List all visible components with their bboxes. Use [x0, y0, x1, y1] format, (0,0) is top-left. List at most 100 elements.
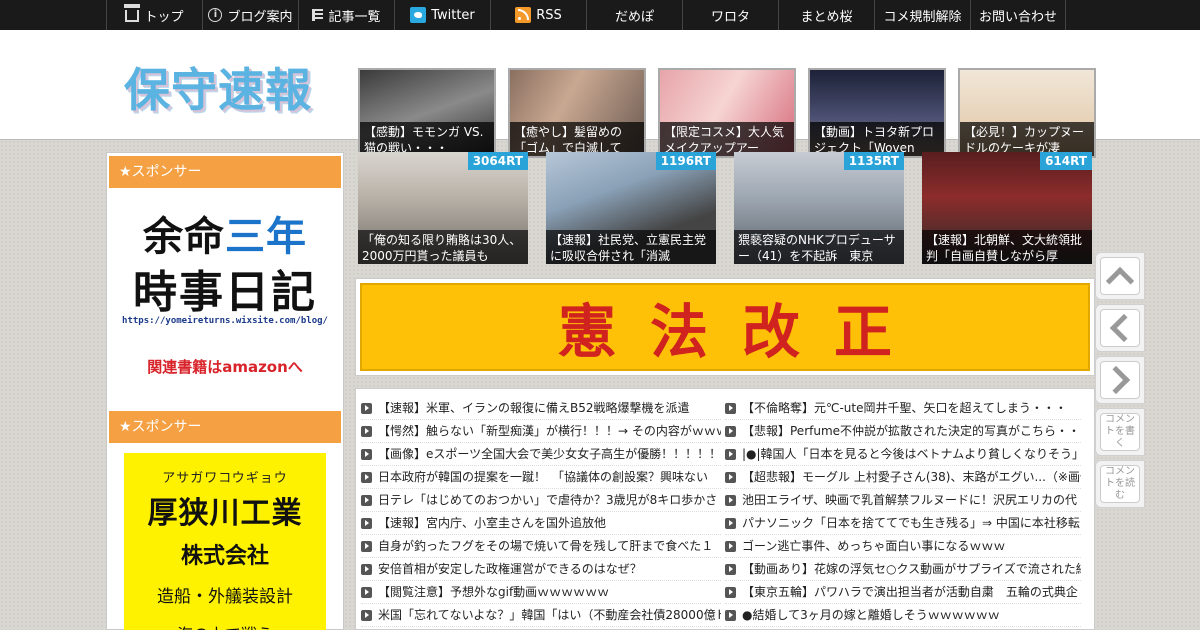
- button-face: [1100, 361, 1140, 399]
- write-comment-button[interactable]: コメントを書く: [1095, 408, 1145, 456]
- featured-caption: 「俺の知る限り賄賂は30人、2000万円貰った議員も: [358, 230, 528, 264]
- nav-contact[interactable]: お問い合わせ: [970, 0, 1066, 30]
- button-face: コメントを読む: [1100, 465, 1140, 503]
- news-title: パナソニック「日本を捨ててでも生き残る」⇒ 中国に本社移転: [742, 516, 1080, 530]
- news-title: 【速報】米軍、イランの報復に備えB52戦略爆撃機を派遣: [378, 401, 690, 415]
- play-bullet-icon: [725, 586, 736, 598]
- news-item[interactable]: 【東京五輪】パワハラで演出担当者が活動自粛 五輪の式典企: [725, 581, 1081, 604]
- news-item[interactable]: |●|韓国人「日本を見ると今後はベトナムより貧しくなりそう」: [725, 443, 1081, 466]
- nav-top[interactable]: トップ: [106, 0, 202, 30]
- nav-label: ワロタ: [710, 9, 750, 25]
- nav-label: Twitter: [431, 7, 475, 23]
- play-bullet-icon: [361, 609, 372, 621]
- header-thumb[interactable]: 【感動】モモンガ VS. 猫の戦い・・・: [358, 68, 496, 158]
- news-item[interactable]: ゴーン逃亡事件、めっちゃ面白い事になるｗｗｗ: [725, 535, 1081, 558]
- nav-rss[interactable]: RSS: [490, 0, 586, 30]
- news-item[interactable]: 【閲覧注意】予想外なgif動画ｗｗｗｗｗｗ: [361, 581, 721, 604]
- play-bullet-icon: [361, 448, 372, 460]
- write-comment-label: コメントを書く: [1105, 414, 1135, 449]
- news-item[interactable]: 自身が釣ったフグをその場で焼いて骨を残して肝まで食べた１: [361, 535, 721, 558]
- sidebar: ★スポンサー 余命三年 時事日記 https://yomeireturns.wi…: [106, 152, 344, 630]
- sponsor-heading: ★スポンサー: [109, 411, 341, 443]
- featured-article[interactable]: 614RT 【速報】北朝鮮、文大統領批判「自画自賛しながら厚: [922, 152, 1092, 264]
- news-title: 【画像】eスポーツ全国大会で美少女女子高生が優勝！！！！！: [378, 447, 721, 461]
- nav-twitter[interactable]: Twitter: [394, 0, 490, 30]
- top-nav: トップ i ブログ案内 記事一覧 Twitter RSS だめぽ ワロタ まとめ桜…: [106, 0, 1066, 30]
- thumb-caption: 【動画】トヨタ新プロジェクト「Woven: [810, 122, 944, 156]
- ad-headline-part: 三年: [225, 214, 307, 260]
- news-title: 自身が釣ったフグをその場で焼いて骨を残して肝まで食べた１: [378, 539, 714, 553]
- news-title: 米国「忘れてないよな？」韓国「はい（不動産会社債28000億ｈ: [378, 608, 721, 622]
- news-item[interactable]: ●結婚して3ヶ月の嫁と離婚しそうｗｗｗｗｗｗ: [725, 604, 1081, 627]
- news-item[interactable]: 【悲報】Perfume不仲説が拡散された決定的写真がこちら・・・: [725, 420, 1081, 443]
- news-item[interactable]: 【超悲報】モーグル 上村愛子さん(38)、末路がエグい...（※画像: [725, 466, 1081, 489]
- news-item[interactable]: 【動画あり】花嫁の浮気セ○クス動画がサプライズで流された結: [725, 558, 1081, 581]
- previous-article-button[interactable]: [1095, 304, 1145, 352]
- featured-article[interactable]: 3064RT 「俺の知る限り賄賂は30人、2000万円貰った議員も: [358, 152, 528, 264]
- constitution-banner[interactable]: 憲法改正: [355, 278, 1095, 376]
- next-article-button[interactable]: [1095, 356, 1145, 404]
- rss-icon: [515, 7, 532, 23]
- ad-description: 造船・外艤装設計: [157, 587, 293, 607]
- play-bullet-icon: [725, 494, 736, 506]
- news-title: 日テレ「はじめてのおつかい」で虐待か？3歳児が8キロ歩かさ: [378, 493, 718, 507]
- home-icon: [124, 4, 141, 22]
- news-item[interactable]: 【不倫略奪】元℃-ute岡井千聖、矢口を超えてしまう・・・: [725, 397, 1081, 420]
- nav-comment-unblock[interactable]: コメ規制解除: [874, 0, 970, 30]
- featured-article[interactable]: 1135RT 猥褻容疑のNHKプロデューサー（41）を不起訴 東京: [734, 152, 904, 264]
- read-comment-button[interactable]: コメントを読む: [1095, 460, 1145, 508]
- chevron-right-icon: [1101, 365, 1131, 395]
- news-title: 日本政府が韓国の提案を一蹴！ 「協議体の創設案？興味ない: [378, 470, 709, 484]
- header-thumb[interactable]: 【限定コスメ】大人気メイクアップアー: [658, 68, 796, 158]
- news-title: 【超悲報】モーグル 上村愛子さん(38)、末路がエグい...（※画像: [742, 470, 1081, 484]
- play-bullet-icon: [361, 471, 372, 483]
- news-title: 【不倫略奪】元℃-ute岡井千聖、矢口を超えてしまう・・・: [742, 401, 1067, 415]
- news-title: 【速報】宮内庁、小室圭さんを国外追放他: [378, 516, 607, 530]
- banner-text: 憲法改正: [360, 283, 1090, 371]
- play-bullet-icon: [725, 425, 736, 437]
- news-item[interactable]: 安倍首相が安定した政権運営ができるのはなぜ？: [361, 558, 721, 581]
- nav-label: RSS: [536, 7, 562, 23]
- featured-caption: 【速報】北朝鮮、文大統領批判「自画自賛しながら厚: [922, 230, 1092, 264]
- site-logo[interactable]: 保守速報: [124, 54, 312, 120]
- news-item[interactable]: 【愕然】触らない「新型痴漢」が横行！！！→ その内容がｗｗｗ: [361, 420, 721, 443]
- play-bullet-icon: [725, 517, 736, 529]
- news-item[interactable]: 日本政府が韓国の提案を一蹴！ 「協議体の創設案？興味ない: [361, 466, 721, 489]
- news-item[interactable]: 【速報】米軍、イランの報復に備えB52戦略爆撃機を派遣: [361, 397, 721, 420]
- header-thumbnails: 【感動】モモンガ VS. 猫の戦い・・・ 【癒やし】髪留めの「ゴム」で白滅して …: [358, 68, 1096, 158]
- news-item[interactable]: 日テレ「はじめてのおつかい」で虐待か？3歳児が8キロ歩かさ: [361, 489, 721, 512]
- nav-article-list[interactable]: 記事一覧: [298, 0, 394, 30]
- retweet-count-badge: 614RT: [1040, 152, 1092, 170]
- nav-label: まとめ桜: [800, 9, 853, 25]
- ad-tagline: 海の上で戦う: [124, 621, 326, 630]
- news-item[interactable]: 【画像】eスポーツ全国大会で美少女女子高生が優勝！！！！！: [361, 443, 721, 466]
- news-item[interactable]: 【速報】宮内庁、小室圭さんを国外追放他: [361, 512, 721, 535]
- nav-blog-guide[interactable]: i ブログ案内: [202, 0, 298, 30]
- featured-article[interactable]: 1196RT 【速報】社民党、立憲民主党に吸収合併され「消滅: [546, 152, 716, 264]
- news-item[interactable]: パナソニック「日本を捨ててでも生き残る」⇒ 中国に本社移転: [725, 512, 1081, 535]
- play-bullet-icon: [725, 609, 736, 621]
- header-thumb[interactable]: 【癒やし】髪留めの「ゴム」で白滅して: [508, 68, 646, 158]
- nav-warota[interactable]: ワロタ: [682, 0, 778, 30]
- ad-company-name: 厚狭川工業: [147, 496, 303, 531]
- play-bullet-icon: [725, 402, 736, 414]
- sponsor-ad-asagawa[interactable]: アサガワコウギョウ 厚狭川工業 株式会社 造船・外艤装設計 海の上で戦う: [124, 453, 326, 630]
- news-title: 【東京五輪】パワハラで演出担当者が活動自粛 五輪の式典企: [742, 585, 1078, 599]
- news-title: 【閲覧注意】予想外なgif動画ｗｗｗｗｗｗ: [378, 585, 610, 599]
- news-title: 【愕然】触らない「新型痴漢」が横行！！！→ その内容がｗｗｗ: [378, 424, 721, 438]
- header-thumb[interactable]: 【必見！】カップヌードルのケーキが凄: [958, 68, 1096, 158]
- play-bullet-icon: [725, 471, 736, 483]
- scroll-top-button[interactable]: [1095, 252, 1145, 300]
- sponsor-ad-yomei[interactable]: 余命三年 時事日記 https://yomeireturns.wixsite.c…: [107, 188, 343, 408]
- news-list: 【速報】米軍、イランの報復に備えB52戦略爆撃機を派遣 【愕然】触らない「新型痴…: [355, 388, 1095, 630]
- news-item[interactable]: 池田エライザ、映画で乳首解禁フルヌードに！沢尻エリカの代: [725, 489, 1081, 512]
- header-thumb[interactable]: 【動画】トヨタ新プロジェクト「Woven: [808, 68, 946, 158]
- news-title: |●|韓国人「日本を見ると今後はベトナムより貧しくなりそう」: [742, 447, 1081, 461]
- ad-amazon-link[interactable]: 関連書籍はamazonへ: [107, 356, 343, 377]
- nav-damepo[interactable]: だめぽ: [586, 0, 682, 30]
- news-item[interactable]: 米国「忘れてないよな？」韓国「はい（不動産会社債28000億ｈ: [361, 604, 721, 627]
- news-title: 安倍首相が安定した政権運営ができるのはなぜ？: [378, 562, 642, 576]
- thumb-caption: 【癒やし】髪留めの「ゴム」で白滅して: [510, 122, 644, 156]
- featured-caption: 猥褻容疑のNHKプロデューサー（41）を不起訴 東京: [734, 230, 904, 264]
- nav-matome-sakura[interactable]: まとめ桜: [778, 0, 874, 30]
